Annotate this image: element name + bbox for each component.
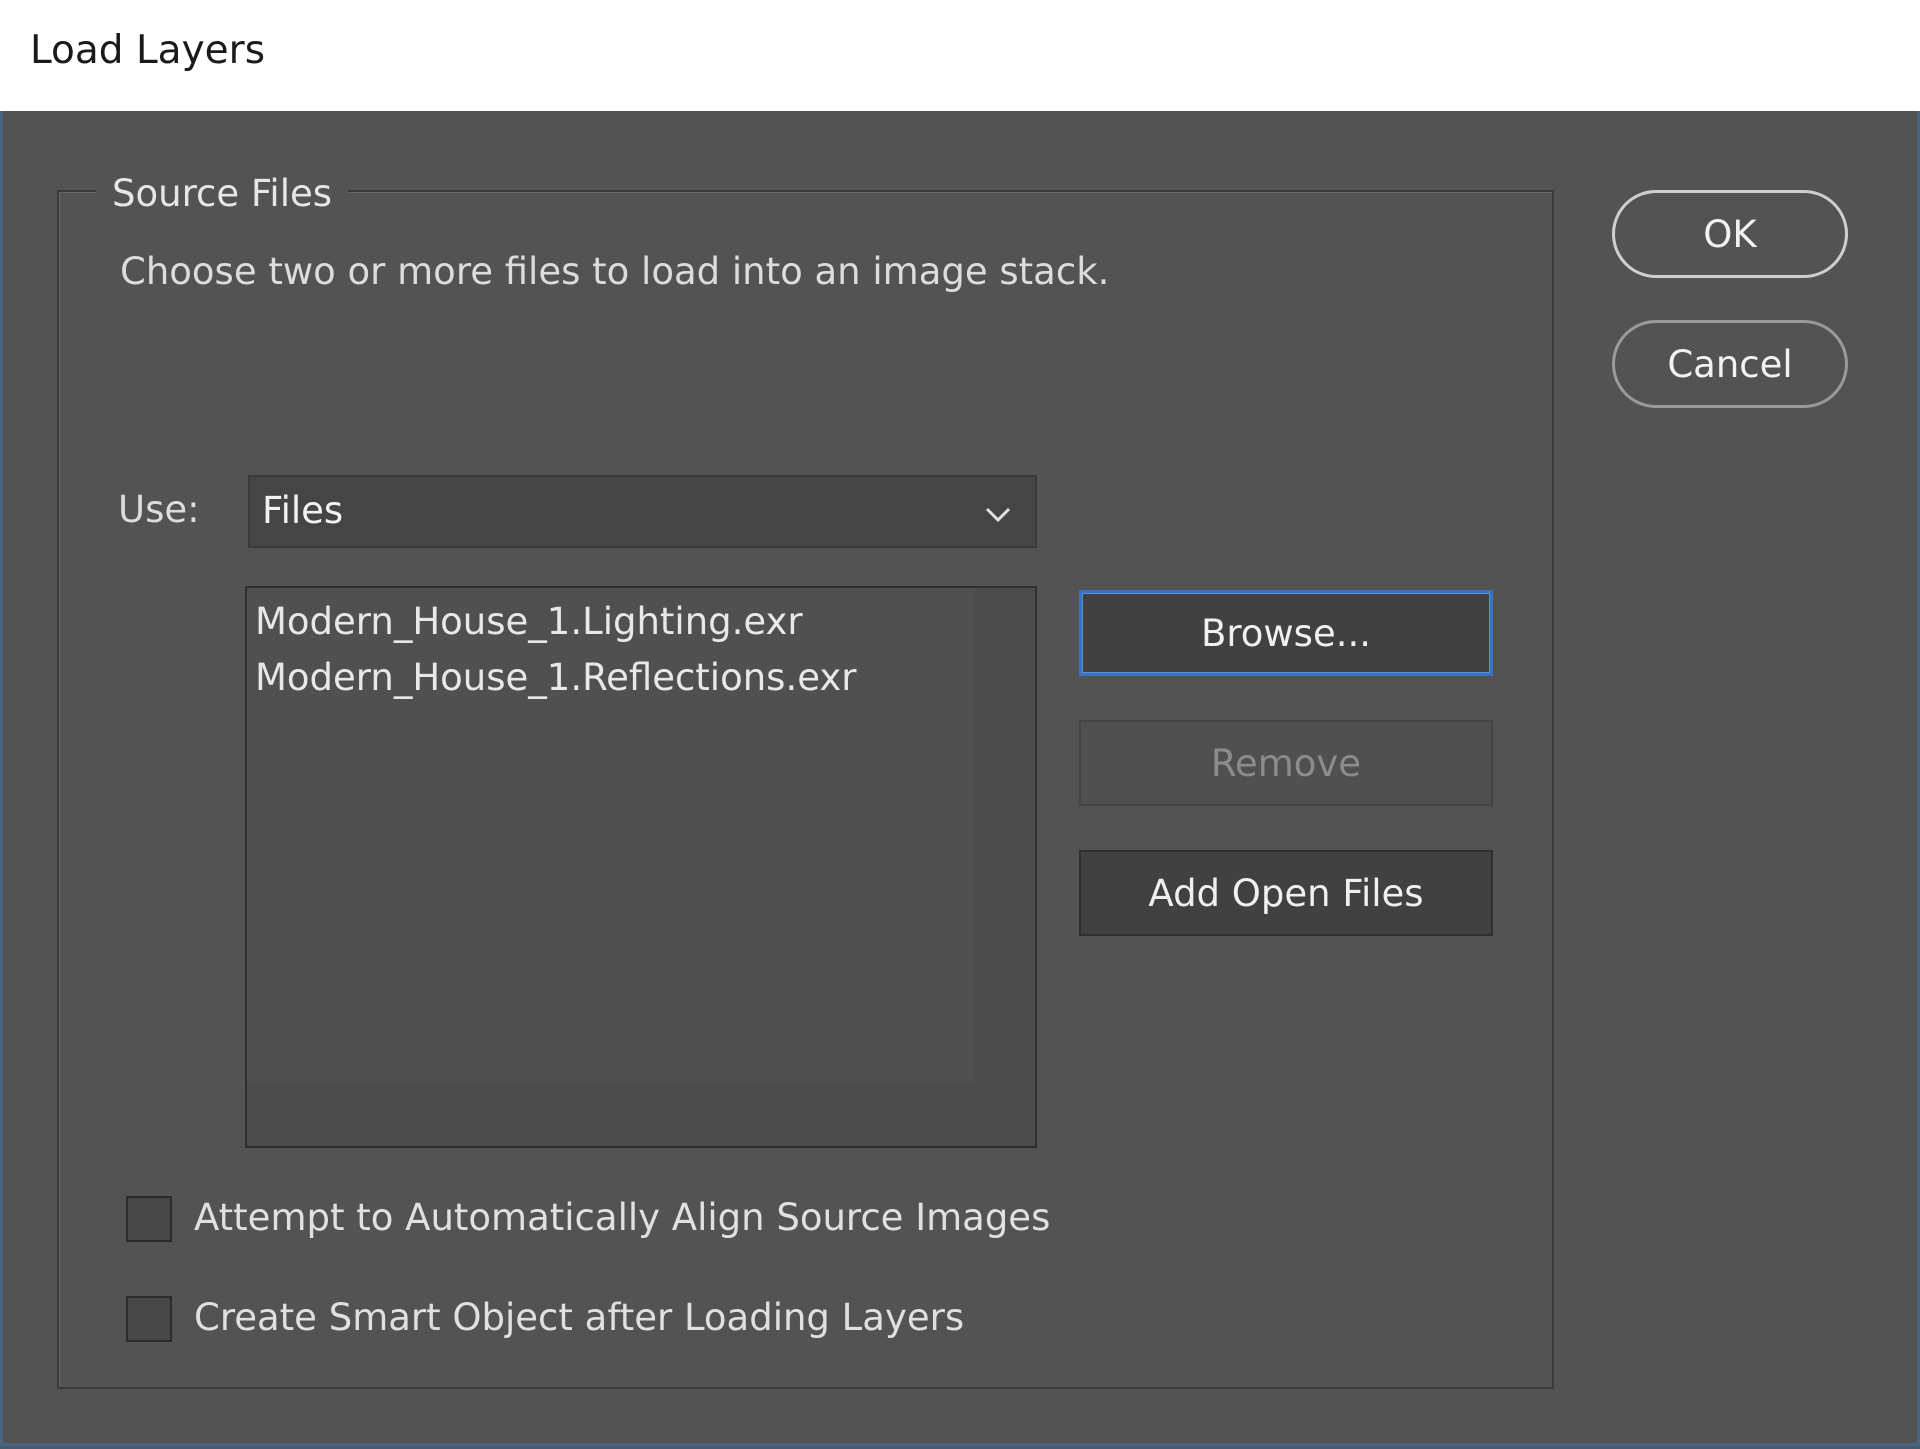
source-files-description: Choose two or more files to load into an… [120, 250, 1110, 293]
smart-object-checkbox[interactable] [126, 1296, 172, 1342]
add-open-files-button-label: Add Open Files [1148, 871, 1424, 915]
cancel-button[interactable]: Cancel [1612, 320, 1848, 408]
title-bar[interactable]: Load Layers [0, 0, 1920, 111]
smart-object-checkbox-label[interactable]: Create Smart Object after Loading Layers [194, 1296, 964, 1339]
ok-button-label: OK [1703, 212, 1757, 256]
add-open-files-button[interactable]: Add Open Files [1079, 850, 1493, 936]
browse-button[interactable]: Browse... [1079, 590, 1493, 676]
file-list[interactable]: Modern_House_1.Lighting.exr Modern_House… [245, 586, 1037, 1148]
cancel-button-label: Cancel [1667, 342, 1793, 386]
chevron-down-icon [985, 507, 1011, 523]
file-list-item[interactable]: Modern_House_1.Reflections.exr [255, 656, 856, 699]
use-dropdown-value: Files [262, 489, 344, 532]
remove-button[interactable]: Remove [1079, 720, 1493, 806]
use-label: Use: [118, 488, 200, 531]
source-files-legend: Source Files [96, 172, 349, 215]
ok-button[interactable]: OK [1612, 190, 1848, 278]
align-checkbox[interactable] [126, 1196, 172, 1242]
file-list-item[interactable]: Modern_House_1.Lighting.exr [255, 600, 803, 643]
align-checkbox-label[interactable]: Attempt to Automatically Align Source Im… [194, 1196, 1050, 1239]
dialog-title: Load Layers [30, 28, 266, 73]
file-list-horizontal-scrollbar[interactable] [247, 1084, 975, 1146]
file-list-vertical-scrollbar[interactable] [975, 588, 1035, 1146]
remove-button-label: Remove [1210, 741, 1362, 785]
browse-button-label: Browse... [1200, 611, 1371, 655]
use-dropdown[interactable]: Files [248, 475, 1037, 548]
